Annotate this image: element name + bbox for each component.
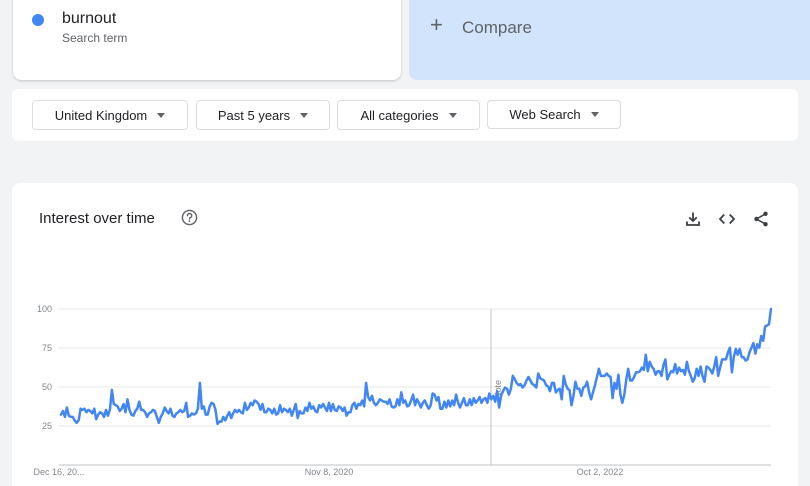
interest-over-time-panel: Interest over time Note 25 50 75 100 Dec 16,…	[12, 183, 798, 486]
search-type-label: Web Search	[509, 107, 581, 122]
x-tick-label: Dec 16, 20...	[33, 467, 84, 477]
filter-bar: United Kingdom Past 5 years All categori…	[12, 89, 798, 141]
search-term-name: burnout	[62, 10, 117, 27]
y-tick-label: 100	[37, 304, 52, 314]
category-dropdown[interactable]: All categories	[337, 100, 480, 130]
series-line-burnout	[59, 307, 773, 426]
compare-button[interactable]: + Compare	[409, 0, 810, 80]
plus-icon: +	[430, 12, 443, 37]
caret-down-icon	[300, 112, 309, 118]
y-tick-label: 50	[42, 382, 52, 392]
region-dropdown[interactable]: United Kingdom	[32, 100, 188, 130]
y-tick-label: 25	[42, 421, 52, 431]
search-term-card[interactable]: burnout Search term	[13, 0, 401, 80]
y-tick-label: 75	[42, 343, 52, 353]
time-range-dropdown[interactable]: Past 5 years	[196, 100, 330, 130]
category-label: All categories	[360, 107, 439, 123]
time-range-label: Past 5 years	[217, 107, 291, 123]
search-type-dropdown[interactable]: Web Search	[487, 100, 621, 129]
series-color-dot	[32, 14, 44, 26]
caret-down-icon	[590, 112, 599, 117]
caret-down-icon	[448, 112, 457, 118]
x-tick-label: Oct 2, 2022	[577, 467, 624, 477]
compare-label: Compare	[462, 18, 532, 37]
x-tick-label: Nov 8, 2020	[305, 467, 354, 477]
search-term-subtitle: Search term	[62, 31, 128, 45]
region-label: United Kingdom	[54, 107, 148, 123]
caret-down-icon	[157, 112, 166, 118]
interest-line-chart: Note 255075100Dec 16, 20... Nov 8, 2020 Oc…	[33, 304, 773, 477]
